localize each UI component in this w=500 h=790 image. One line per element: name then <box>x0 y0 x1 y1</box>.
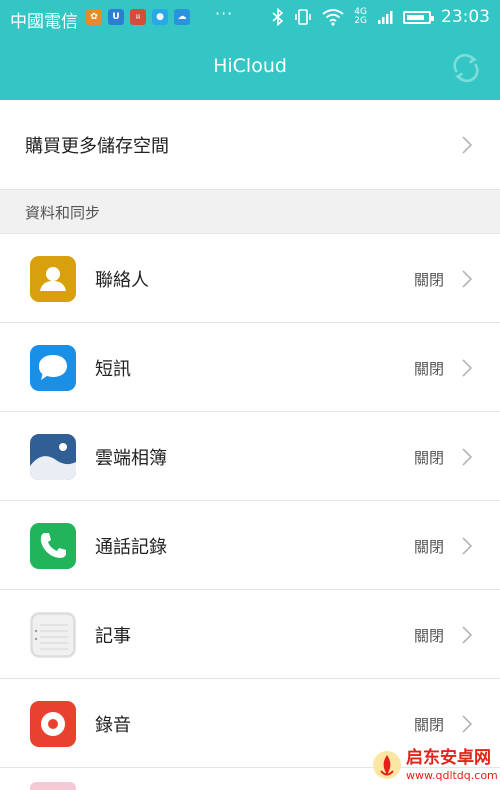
item-status: 關閉 <box>414 271 445 289</box>
sync-item-call-log[interactable]: 通話記錄 關閉 <box>0 501 500 590</box>
chevron-right-icon <box>460 269 474 289</box>
network-type-label: 4G 2G <box>354 7 367 26</box>
carrier-label: 中國電信 <box>10 12 78 32</box>
more-notifications-icon: ··· <box>215 4 234 23</box>
vibrate-icon <box>295 9 312 25</box>
notification-icons: ✿ U ▤ ● ☁ <box>86 9 190 25</box>
item-label: 聯絡人 <box>95 270 149 291</box>
bluetooth-icon <box>272 8 284 26</box>
sync-item-notepad[interactable]: 記事 關閉 <box>0 590 500 679</box>
battery-level <box>407 14 424 20</box>
battery-icon <box>403 10 434 24</box>
notepad-icon <box>30 612 76 658</box>
item-label: 錄音 <box>95 715 131 736</box>
watermark-name: 启东安卓网 <box>406 747 491 768</box>
chat-app-icon: ● <box>152 9 168 25</box>
chevron-right-icon <box>460 536 474 556</box>
app-header: 中國電信 ✿ U ▤ ● ☁ ··· 4G 2G 23:03 HiCloud <box>0 0 500 100</box>
buy-storage-row[interactable]: 購買更多儲存空間 <box>0 100 500 190</box>
signal-icon <box>378 11 393 24</box>
cloud-app-icon: ☁ <box>174 9 190 25</box>
partial-item-icon <box>30 782 76 790</box>
sync-item-messages[interactable]: 短訊 關閉 <box>0 323 500 412</box>
phone-icon <box>30 523 76 569</box>
watermark-logo-icon <box>373 751 401 779</box>
section-header-data-sync: 資料和同步 <box>0 190 500 234</box>
sync-icon <box>453 53 479 83</box>
status-bar: 中國電信 ✿ U ▤ ● ☁ ··· 4G 2G 23:03 <box>0 0 500 34</box>
sync-button[interactable] <box>448 50 484 86</box>
item-status: 關閉 <box>414 627 445 645</box>
wifi-icon <box>322 9 344 26</box>
chevron-right-icon <box>460 358 474 378</box>
sync-item-gallery[interactable]: 雲端相簿 關閉 <box>0 412 500 501</box>
item-status: 關閉 <box>414 449 445 467</box>
buy-storage-label: 購買更多儲存空間 <box>25 136 169 157</box>
item-status: 關閉 <box>414 538 445 556</box>
watermark-url: www.qdltdq.com <box>406 768 498 782</box>
chevron-right-icon <box>460 714 474 734</box>
watermark: 启东安卓网 www.qdltdq.com <box>372 740 500 790</box>
section-title: 資料和同步 <box>25 204 101 222</box>
item-label: 通話記錄 <box>95 537 167 558</box>
chevron-right-icon <box>460 625 474 645</box>
item-label: 雲端相簿 <box>95 448 167 469</box>
chevron-right-icon <box>460 135 474 155</box>
item-label: 短訊 <box>95 359 131 380</box>
page-title: HiCloud <box>213 55 287 77</box>
chevron-right-icon <box>460 447 474 467</box>
item-label: 記事 <box>95 626 131 647</box>
squirrel-app-icon: ✿ <box>86 9 102 25</box>
item-status: 關閉 <box>414 716 445 734</box>
item-status: 關閉 <box>414 360 445 378</box>
u-app-icon: U <box>108 9 124 25</box>
contacts-icon <box>30 256 76 302</box>
gallery-icon <box>30 434 76 480</box>
status-indicators: 4G 2G 23:03 <box>272 7 490 27</box>
sync-item-contacts[interactable]: 聯絡人 關閉 <box>0 234 500 323</box>
news-app-icon: ▤ <box>130 9 146 25</box>
recorder-icon <box>30 701 76 747</box>
messages-icon <box>30 345 76 391</box>
clock: 23:03 <box>441 7 490 27</box>
